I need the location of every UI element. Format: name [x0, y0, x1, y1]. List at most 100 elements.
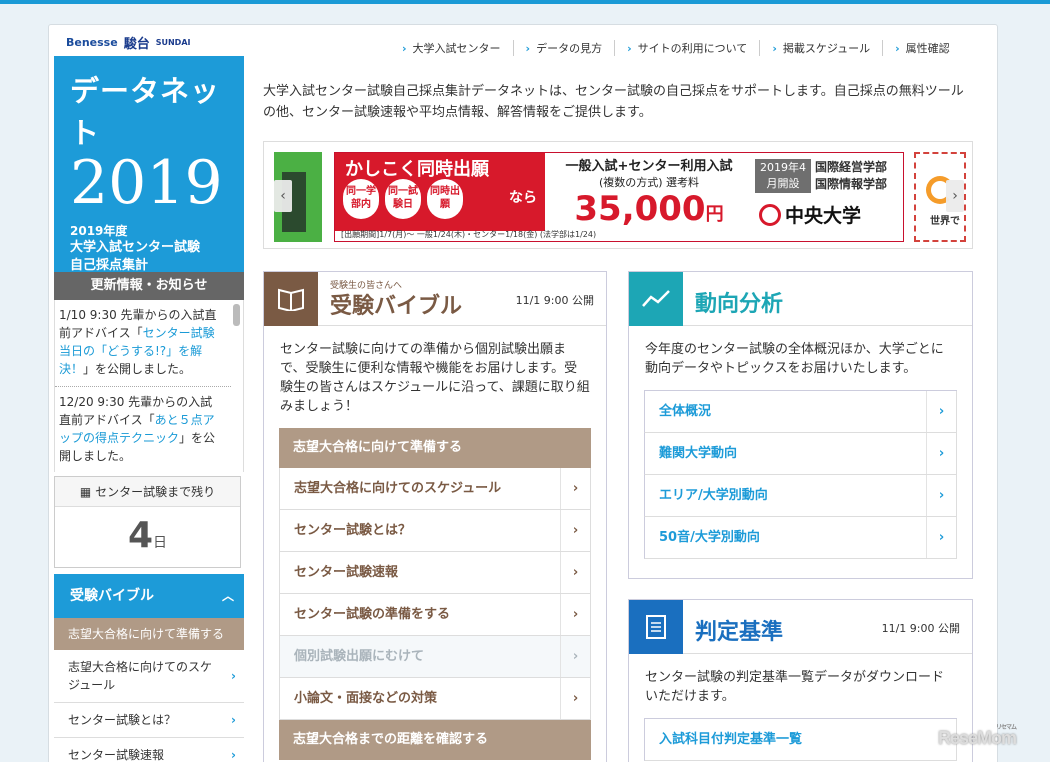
news-list[interactable]: 1/10 9:30 先輩からの入試直前アドバイス「センター試験当日の「どうする!… [54, 300, 244, 472]
trend-card: 動向分析 今年度のセンター試験の全体概況ほか、大学ごとに動向データやトピックスを… [628, 271, 973, 579]
top-link-label: 大学入試センター [412, 42, 501, 55]
top-link[interactable]: › 大学入試センター [390, 40, 514, 56]
banner-line-a: 一般入試+センター利用入試 [565, 159, 733, 174]
sidebar: Benesse 駿台 SUNDAI データネット 2019 2019年度 大学入… [54, 28, 244, 762]
side-nav-item[interactable]: センター試験とは？ › [54, 703, 244, 738]
news-scrollbar[interactable] [233, 304, 240, 326]
document-icon [629, 600, 683, 654]
top-link[interactable]: › データの見方 [514, 40, 616, 56]
side-nav-title: 受験バイブル [70, 588, 154, 604]
news-text: 」を公開しました。 [83, 362, 192, 376]
top-link-label: 掲載スケジュール [782, 42, 871, 55]
bible-section: 志望大合格に向けて準備する [279, 428, 591, 468]
book-icon [264, 272, 318, 326]
bible-row[interactable]: センター試験の準備をする › [279, 594, 591, 636]
univ-name: 中央大学 [759, 201, 861, 228]
chevron-right-icon: › [926, 517, 956, 558]
countdown-days: 4 [127, 515, 154, 556]
side-nav-selected[interactable]: 志望大合格に向けて準備する [54, 618, 244, 650]
bible-row-label: 小論文・面接などの対策 [294, 691, 438, 706]
bible-row[interactable]: センター試験速報 › [279, 552, 591, 594]
side-nav-item[interactable]: センター試験速報 › [54, 738, 244, 762]
trend-row[interactable]: 難関大学動向 › [644, 433, 957, 475]
side-nav: 受験バイブル ︿ 志望大合格に向けて準備する 志望大合格に向けてのスケジュール › … [54, 574, 244, 762]
banner-next-text: 世界で [930, 216, 960, 227]
trend-row-label: 難関大学動向 [659, 446, 738, 461]
chevron-right-icon: › [560, 678, 590, 719]
side-nav-item-label: センター試験とは？ [68, 713, 177, 727]
chevron-right-icon: › [627, 41, 632, 55]
bible-row-disabled: 個別試験出願にむけて › [279, 636, 591, 678]
trend-list: 全体概況 › 難関大学動向 › エリア/大学別動向 › 50音/大学別動向 › [644, 390, 957, 559]
banner-circle: 同一学部内 [343, 179, 379, 219]
trend-row[interactable]: 全体概況 › [644, 391, 957, 433]
top-link[interactable]: › 掲載スケジュール [760, 40, 884, 56]
ad-carousel: ‹ かしこく同時出願 同一学部内 同一試験日 同時出願 なら 一般入試+センター… [263, 141, 973, 249]
intro-text: 大学入試センター試験自己採点集計データネットは、センター試験の自己採点をサポート… [263, 84, 964, 120]
bible-row[interactable]: 志望大合格に向けてのスケジュール › [279, 468, 591, 510]
news-item: 12/20 9:30 先輩からの入試直前アドバイス「あと５点アップの得点テクニッ… [55, 387, 231, 472]
bible-card-desc: センター試験に向けての準備から個別試験出願まで、受験生に便利な情報や機能をお届け… [280, 342, 590, 414]
judge-card-desc: センター試験の判定基準一覧データがダウンロードいただけます。 [645, 670, 945, 704]
side-nav-item[interactable]: 志望大合格に向けてのスケジュール › [54, 650, 244, 703]
bible-card-title: 受験バイブル [330, 294, 463, 319]
price-unit: 円 [705, 204, 724, 225]
sundai-logo[interactable]: 駿台 [124, 33, 150, 52]
side-nav-header[interactable]: 受験バイブル ︿ [54, 574, 244, 618]
sundai-logo-sub: SUNDAI [155, 37, 191, 47]
chevron-right-icon: › [926, 391, 956, 432]
banner-red-panel: かしこく同時出願 同一学部内 同一試験日 同時出願 なら [335, 153, 545, 231]
chevron-right-icon: › [402, 41, 407, 55]
judge-row-label: 入試科目付判定基準一覧 [659, 732, 803, 747]
trend-card-desc: 今年度のセンター試験の全体概況ほか、大学ごとに動向データやトピックスをお届けいた… [645, 342, 944, 376]
chevron-left-icon[interactable]: ‹ [274, 180, 292, 212]
top-link[interactable]: › サイトの利用について [615, 40, 761, 56]
chevron-right-icon: › [231, 669, 236, 683]
chevron-right-icon: › [231, 748, 236, 762]
banner-footer: [出願期間]1/7(月)〜 一般1/24(木)・センター1/18(金) (法学部… [341, 230, 597, 239]
bible-card-header: 受験生の皆さんへ 受験バイブル 11/1 9:00 公開 [264, 272, 606, 326]
banner-circle: 同一試験日 [385, 179, 421, 219]
watermark-text: ReseMom [938, 728, 1017, 748]
chevron-right-icon: › [560, 636, 590, 677]
calendar-icon: ▦ [79, 485, 92, 499]
top-link-label: サイトの利用について [637, 42, 748, 55]
univ-logo-icon [759, 203, 781, 226]
trend-row[interactable]: 50音/大学別動向 › [644, 517, 957, 559]
side-nav-item-label: 志望大合格に向けてのスケジュール [68, 660, 213, 692]
trend-row[interactable]: エリア/大学別動向 › [644, 475, 957, 517]
chevron-up-icon: ︿ [221, 589, 234, 603]
chevron-right-icon: › [926, 433, 956, 474]
faculty: 国際情報学部 [815, 177, 888, 191]
judge-row[interactable]: 入試科目付判定基準一覧 [644, 719, 957, 761]
chevron-right-icon: › [560, 510, 590, 551]
hero-title: データネット [70, 74, 221, 150]
countdown-value: 4日 [55, 507, 240, 572]
countdown-header: ▦ センター試験まで残り [55, 477, 240, 507]
judge-card: 判定基準 11/1 9:00 公開 センター試験の判定基準一覧データがダウンロー… [628, 599, 973, 762]
bible-card: 受験生の皆さんへ 受験バイブル 11/1 9:00 公開 センター試験に向けての… [263, 271, 607, 762]
trend-row-label: 50音/大学別動向 [659, 530, 760, 545]
top-link[interactable]: › 属性確認 [883, 40, 962, 56]
resemom-watermark: ReseMom リセマム [938, 725, 1017, 749]
chevron-right-icon: › [525, 41, 531, 55]
chevron-right-icon: › [560, 468, 590, 509]
chevron-right-icon[interactable]: › [946, 180, 964, 212]
judge-list: 入試科目付判定基準一覧 [644, 718, 957, 761]
bible-row[interactable]: センター試験とは？ › [279, 510, 591, 552]
site-hero[interactable]: データネット 2019 2019年度 大学入試センター試験 自己採点集計 [54, 56, 244, 273]
univ-label: 中央大学 [785, 205, 862, 227]
chevron-right-icon: › [231, 713, 236, 727]
bible-list: 志望大合格に向けて準備する 志望大合格に向けてのスケジュール › センター試験とは… [279, 428, 591, 760]
benesse-logo[interactable]: Benesse [66, 36, 118, 49]
banner-ad[interactable]: かしこく同時出願 同一学部内 同一試験日 同時出願 なら 一般入試+センター利用… [334, 152, 904, 242]
trend-card-title: 動向分析 [695, 292, 784, 317]
bible-row[interactable]: 小論文・面接などの対策 › [279, 678, 591, 720]
side-nav-item-label: センター試験速報 [68, 748, 165, 762]
banner-nara: なら [509, 190, 537, 206]
top-accent-bar [0, 0, 1050, 4]
watermark-sub: リセマム [996, 725, 1017, 731]
banner-circle: 同時出願 [427, 179, 463, 219]
countdown-box: ▦ センター試験まで残り 4日 [54, 476, 241, 568]
chevron-right-icon: › [560, 552, 590, 593]
